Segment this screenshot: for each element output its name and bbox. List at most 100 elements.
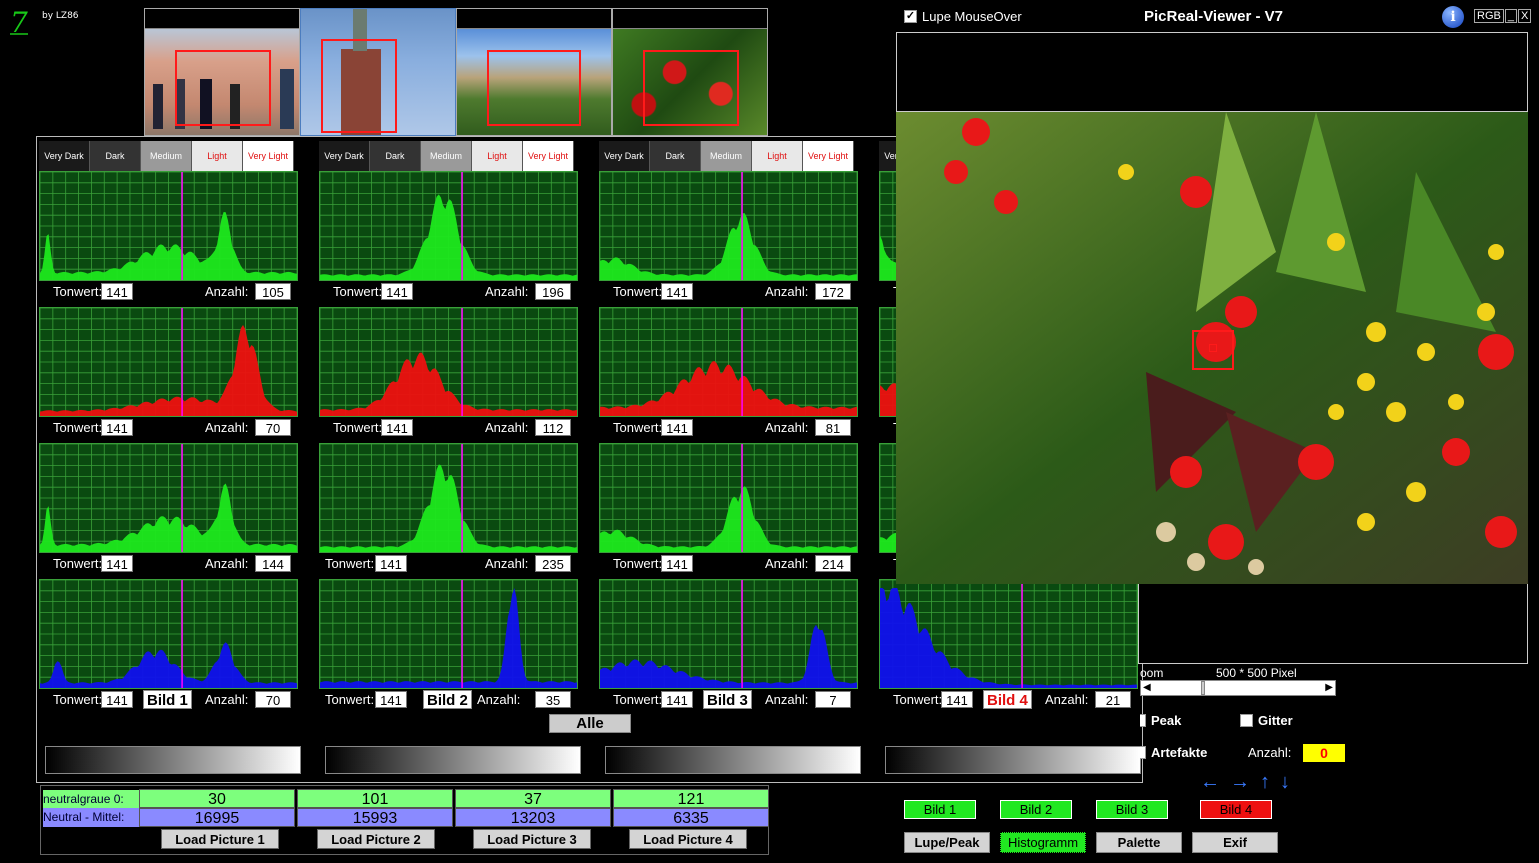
anzahl-value: 35 — [535, 691, 571, 708]
lupe-checkbox[interactable]: ✓ — [904, 10, 917, 23]
tonwert-value: 141 — [375, 691, 407, 708]
lupe-peak-button[interactable]: Lupe/Peak — [904, 832, 990, 853]
minimize-button[interactable]: _ — [1504, 9, 1517, 23]
thumbnail-2[interactable] — [300, 8, 456, 136]
histogram-bild-4-row-4[interactable] — [879, 579, 1138, 689]
bild-1-button[interactable]: Bild 1 — [904, 800, 976, 819]
gradient-bar-4 — [885, 746, 1141, 774]
peak-option[interactable]: Peak — [1140, 713, 1181, 728]
artefakte-checkbox[interactable] — [1140, 746, 1146, 759]
arrow-up-icon[interactable]: ↑ — [1260, 771, 1270, 794]
tone-light[interactable]: Light — [472, 141, 523, 171]
tone-medium[interactable]: Medium — [701, 141, 752, 171]
histogram-bild-3-row-3[interactable] — [599, 443, 858, 553]
alle-button[interactable]: Alle — [549, 714, 631, 733]
tone-very-light[interactable]: Very Light — [523, 141, 574, 171]
viewer-top-area — [896, 32, 1528, 112]
tone-very-light[interactable]: Very Light — [803, 141, 854, 171]
arrow-right-icon[interactable]: → — [1230, 771, 1250, 794]
tone-dark[interactable]: Dark — [370, 141, 421, 171]
tonwert-value: 141 — [941, 691, 973, 708]
tone-very-light[interactable]: Very Light — [243, 141, 294, 171]
anzahl-value: 21 — [1095, 691, 1131, 708]
histogram-bild-2-row-4[interactable] — [319, 579, 578, 689]
artefakte-option[interactable]: Artefakte — [1140, 745, 1207, 760]
neutral-mittel-value-1: 16995 — [139, 808, 295, 827]
anzahl-value: 70 — [255, 419, 291, 436]
lupe-mouseover-option[interactable]: ✓ Lupe MouseOver — [904, 9, 1022, 24]
bild-4-button[interactable]: Bild 4 — [1200, 800, 1272, 819]
tonwert-label: Tonwert: — [333, 284, 383, 299]
tone-medium[interactable]: Medium — [421, 141, 472, 171]
gitter-option[interactable]: Gitter — [1240, 713, 1293, 728]
anzahl-label: Anzahl: — [765, 692, 809, 707]
tone-dark[interactable]: Dark — [90, 141, 141, 171]
app-logo: 7 — [10, 8, 28, 36]
load-picture-3-button[interactable]: Load Picture 3 — [473, 829, 591, 849]
neutralgraue-label: neutralgraue 0: — [43, 790, 140, 809]
stats-table: neutralgraue 0: Neutral - Mittel: 30 1699… — [40, 785, 769, 855]
histogram-bild-3-row-1[interactable] — [599, 171, 858, 281]
histogram-info-2-3: Tonwert: 141 Anzahl: 235 — [319, 555, 578, 573]
bild-2-label[interactable]: Bild 2 — [423, 690, 472, 709]
tone-very-dark[interactable]: Very Dark — [39, 141, 90, 171]
tone-very-dark[interactable]: Very Dark — [599, 141, 650, 171]
histogram-bild-3-row-4[interactable] — [599, 579, 858, 689]
viewer-image[interactable] — [896, 112, 1528, 584]
gitter-label: Gitter — [1258, 713, 1293, 728]
info-icon[interactable]: i — [1442, 6, 1464, 28]
bild-2-button[interactable]: Bild 2 — [1000, 800, 1072, 819]
exif-button[interactable]: Exif — [1192, 832, 1278, 853]
histogram-bild-1-row-3[interactable] — [39, 443, 298, 553]
tone-light[interactable]: Light — [752, 141, 803, 171]
tone-dark[interactable]: Dark — [650, 141, 701, 171]
neutralgraue-value-1: 30 — [139, 789, 295, 808]
slider-right-arrow-icon[interactable]: ▶ — [1325, 682, 1333, 693]
histogram-bild-1-row-2[interactable] — [39, 307, 298, 417]
load-picture-1-button[interactable]: Load Picture 1 — [161, 829, 279, 849]
histogram-bild-3-row-2[interactable] — [599, 307, 858, 417]
close-button[interactable]: X — [1517, 9, 1532, 23]
thumbnail-1[interactable] — [144, 8, 300, 136]
histogram-bild-1-row-4[interactable] — [39, 579, 298, 689]
anzahl-label: Anzahl: — [205, 692, 249, 707]
bild-4-label[interactable]: Bild 4 — [983, 690, 1032, 709]
anzahl-value: 81 — [815, 419, 851, 436]
thumbnail-3[interactable] — [456, 8, 612, 136]
load-picture-4-button[interactable]: Load Picture 4 — [629, 829, 747, 849]
histogramm-button[interactable]: Histogramm — [1000, 832, 1086, 853]
histogram-info-3-2: Tonwert: 141 Anzahl: 81 — [599, 419, 858, 437]
arrow-down-icon[interactable]: ↓ — [1280, 771, 1290, 794]
rgb-button[interactable]: RGB — [1474, 9, 1504, 23]
gradient-bar-1 — [45, 746, 301, 774]
bild-1-label[interactable]: Bild 1 — [143, 690, 192, 709]
slider-left-arrow-icon[interactable]: ◀ — [1143, 682, 1151, 693]
anzahl-label: Anzahl: — [765, 420, 809, 435]
tone-very-dark[interactable]: Very Dark — [319, 141, 370, 171]
arrow-left-icon[interactable]: ← — [1200, 771, 1220, 794]
peak-checkbox[interactable] — [1140, 714, 1146, 727]
viewer-bottom-area — [1138, 584, 1528, 664]
gitter-checkbox[interactable] — [1240, 714, 1253, 727]
tonwert-value: 141 — [381, 283, 413, 300]
tone-medium[interactable]: Medium — [141, 141, 192, 171]
artefakte-label: Artefakte — [1151, 745, 1208, 760]
tonwert-value: 141 — [375, 555, 407, 572]
histogram-info-3-3: Tonwert: 141 Anzahl: 214 — [599, 555, 858, 573]
anzahl-label: Anzahl: — [765, 284, 809, 299]
load-picture-2-button[interactable]: Load Picture 2 — [317, 829, 435, 849]
bild-3-label[interactable]: Bild 3 — [703, 690, 752, 709]
zoom-slider[interactable]: ◀ ▶ — [1140, 680, 1336, 696]
histogram-bild-2-row-1[interactable] — [319, 171, 578, 281]
tonwert-label: Tonwert: — [613, 420, 663, 435]
bild-3-button[interactable]: Bild 3 — [1096, 800, 1168, 819]
histogram-bild-1-row-1[interactable] — [39, 171, 298, 281]
histogram-bild-2-row-2[interactable] — [319, 307, 578, 417]
palette-button[interactable]: Palette — [1096, 832, 1182, 853]
thumbnail-4[interactable] — [612, 8, 768, 136]
slider-knob[interactable] — [1201, 681, 1205, 695]
histogram-bild-2-row-3[interactable] — [319, 443, 578, 553]
tone-light[interactable]: Light — [192, 141, 243, 171]
tonwert-value: 141 — [381, 419, 413, 436]
anzahl-label: Anzahl: — [1248, 745, 1292, 760]
